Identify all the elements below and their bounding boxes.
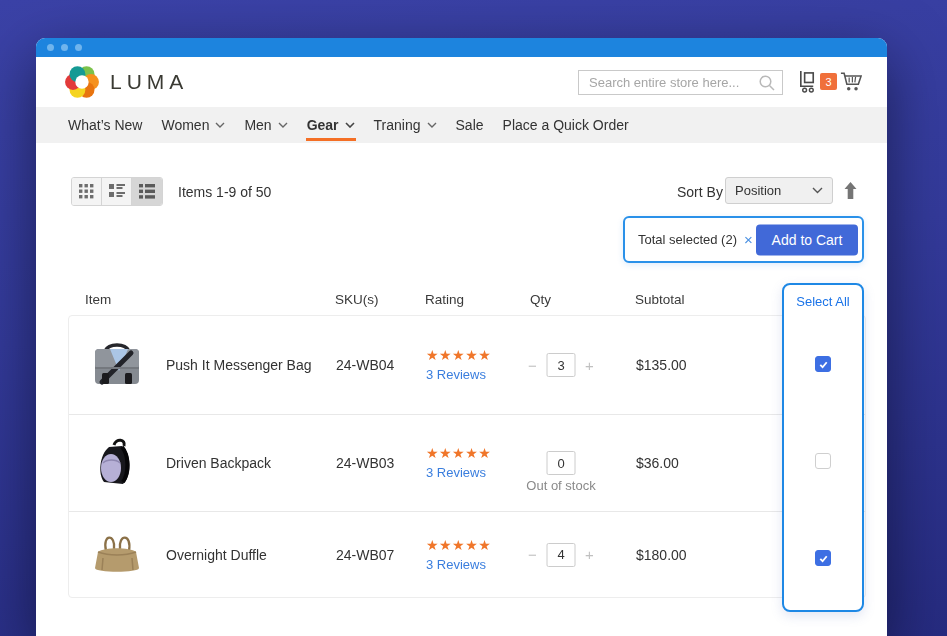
check-icon [818, 359, 829, 370]
column-header-subtotal: Subtotal [635, 292, 685, 307]
star-rating-icon: ★★★★★ [426, 446, 491, 461]
items-count: Items 1-9 of 50 [178, 184, 271, 200]
row-checkbox[interactable] [815, 453, 831, 469]
clear-selection-icon[interactable]: × [744, 231, 753, 248]
luma-logo[interactable]: LUMA [64, 64, 188, 100]
product-row: Driven Backpack 24-WB03 ★★★★★ 3 Reviews … [69, 414, 865, 511]
nav-item-men[interactable]: Men [244, 107, 287, 143]
column-header-qty: Qty [530, 292, 551, 307]
qty-decrease-button[interactable]: − [528, 357, 538, 374]
view-grid-button[interactable] [72, 178, 102, 205]
view-list-button[interactable] [132, 178, 162, 205]
qty-cell: − + [528, 543, 595, 567]
product-image-duffle[interactable] [89, 527, 145, 583]
nav-item-gear[interactable]: Gear [307, 107, 355, 143]
grid-icon [79, 184, 94, 199]
product-subtotal: $180.00 [636, 547, 687, 563]
reviews-link[interactable]: 3 Reviews [426, 465, 491, 480]
total-selected-label: Total selected (2) [638, 232, 737, 247]
view-mode-switcher [71, 177, 163, 206]
nav-item-whats-new[interactable]: What’s New [68, 107, 142, 143]
product-row: Overnight Duffle 24-WB07 ★★★★★ 3 Reviews… [69, 511, 865, 597]
sort-ascending-icon[interactable] [843, 182, 858, 199]
check-icon [818, 553, 829, 564]
product-name[interactable]: Driven Backpack [166, 455, 271, 471]
qty-cell: Out of stock [547, 451, 576, 475]
product-table: Push It Messenger Bag 24-WB04 ★★★★★ 3 Re… [68, 315, 866, 598]
store-header: LUMA 3 [36, 57, 887, 107]
list-icon [139, 184, 155, 199]
product-sku: 24-WB03 [336, 455, 394, 471]
nav-item-women[interactable]: Women [161, 107, 225, 143]
row-checkbox[interactable] [815, 356, 831, 372]
cart-count-badge: 3 [820, 73, 837, 90]
product-rating: ★★★★★ 3 Reviews [426, 538, 491, 572]
product-subtotal: $135.00 [636, 357, 687, 373]
window-control-dot[interactable] [61, 44, 68, 51]
main-nav: What’s New Women Men Gear Traning Sale P… [36, 107, 887, 143]
qty-increase-button[interactable]: + [585, 546, 595, 563]
window-titlebar [36, 38, 887, 57]
column-header-item: Item [85, 292, 111, 307]
sort-select[interactable]: Position [725, 177, 833, 204]
nav-item-sale[interactable]: Sale [456, 107, 484, 143]
quick-order-icon[interactable] [797, 70, 818, 93]
select-all-link[interactable]: Select All [784, 294, 862, 309]
add-to-cart-button[interactable]: Add to Cart [756, 224, 858, 255]
product-rating: ★★★★★ 3 Reviews [426, 348, 491, 382]
product-rating: ★★★★★ 3 Reviews [426, 446, 491, 480]
chevron-down-icon [278, 122, 288, 128]
search-input[interactable] [578, 70, 783, 95]
star-rating-icon: ★★★★★ [426, 538, 491, 553]
qty-input[interactable] [547, 451, 576, 475]
selection-panel: Total selected (2) × Add to Cart [623, 216, 864, 263]
chevron-down-icon [215, 122, 225, 128]
chevron-down-icon [345, 122, 355, 128]
product-name[interactable]: Overnight Duffle [166, 547, 267, 563]
reviews-link[interactable]: 3 Reviews [426, 367, 491, 382]
product-sku: 24-WB04 [336, 357, 394, 373]
cart-icon[interactable] [840, 71, 862, 92]
stock-status: Out of stock [526, 478, 595, 493]
search-box [578, 70, 783, 95]
chevron-down-icon [427, 122, 437, 128]
qty-input[interactable] [547, 543, 576, 567]
reviews-link[interactable]: 3 Reviews [426, 557, 491, 572]
product-subtotal: $36.00 [636, 455, 679, 471]
product-image-messenger-bag[interactable] [89, 337, 145, 393]
sort-by-label: Sort By [677, 184, 723, 200]
window-control-dot[interactable] [75, 44, 82, 51]
product-name[interactable]: Push It Messenger Bag [166, 357, 312, 373]
column-header-rating: Rating [425, 292, 464, 307]
luma-logo-icon [64, 64, 100, 100]
chevron-down-icon [812, 187, 823, 194]
qty-input[interactable] [547, 353, 576, 377]
view-grid-list-button[interactable] [102, 178, 132, 205]
qty-increase-button[interactable]: + [585, 357, 595, 374]
search-icon[interactable] [758, 74, 776, 92]
desktop-background: LUMA 3 [0, 0, 947, 636]
column-header-sku: SKU(s) [335, 292, 379, 307]
product-image-backpack[interactable] [89, 435, 145, 491]
browser-window: LUMA 3 [36, 38, 887, 636]
product-row: Push It Messenger Bag 24-WB04 ★★★★★ 3 Re… [69, 316, 865, 414]
window-control-dot[interactable] [47, 44, 54, 51]
page-content: Items 1-9 of 50 Sort By Position Total s… [36, 143, 887, 636]
grid-list-icon [109, 184, 125, 199]
row-checkbox[interactable] [815, 550, 831, 566]
logo-wordmark: LUMA [110, 70, 188, 94]
qty-decrease-button[interactable]: − [528, 546, 538, 563]
nav-item-traning[interactable]: Traning [374, 107, 437, 143]
star-rating-icon: ★★★★★ [426, 348, 491, 363]
nav-item-quick-order[interactable]: Place a Quick Order [503, 107, 629, 143]
qty-cell: − + [528, 353, 595, 377]
select-all-panel: Select All [782, 283, 864, 612]
product-sku: 24-WB07 [336, 547, 394, 563]
